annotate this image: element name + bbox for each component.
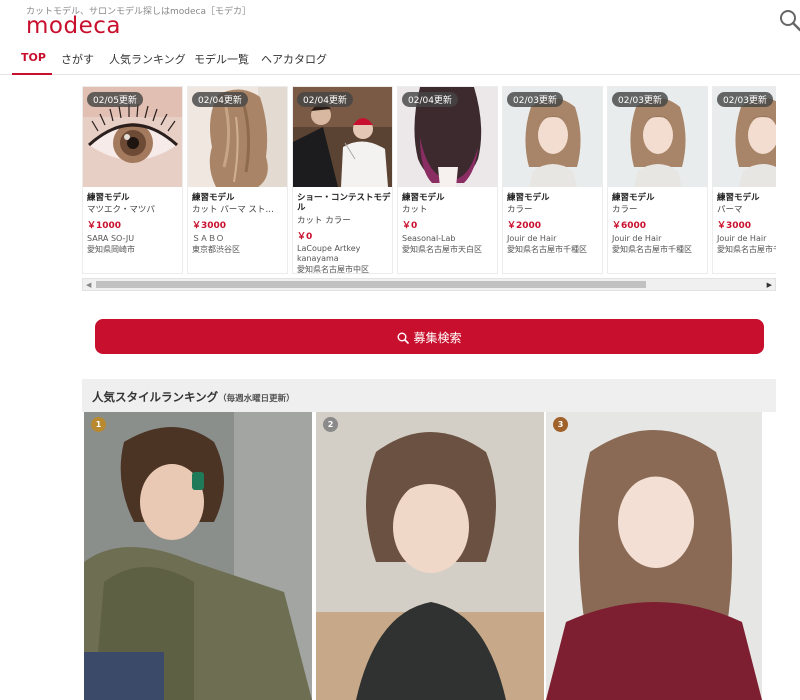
nav-item-search[interactable]: さがす [61,51,94,67]
salon-name: ＳＡＢＯ [192,234,224,243]
salon-area: 愛知県名古屋市千種区 [717,245,776,254]
ranking-card[interactable]: 3 [546,412,762,700]
model-menu: カット パーマ スト… [192,205,274,215]
salon-name: SARA SO-JU [87,234,135,243]
model-price: ￥0 [297,232,313,242]
rank-number-badge: 2 [323,417,338,432]
model-type: ショー・コンテストモデル [297,193,391,213]
salon-area: 愛知県名古屋市千種区 [507,245,587,254]
scrollbar-thumb[interactable] [96,281,646,288]
salon-name: Jouir de Hair [612,234,662,243]
model-type: 練習モデル [402,193,445,203]
model-type: 練習モデル [87,193,130,203]
model-card[interactable]: 02/04更新 練習モデル カット ￥0 Seasonal-Lab 愛知県名古屋… [397,86,498,274]
model-menu: カット カラー [297,216,351,226]
model-photo: 02/04更新 [293,87,392,187]
model-price: ￥3000 [192,221,227,231]
model-type: 練習モデル [507,193,550,203]
ranking-photo [546,412,762,700]
update-badge: 02/04更新 [297,92,353,107]
nav-item-ranking[interactable]: 人気ランキング [109,51,186,67]
salon-area: 愛知県名古屋市千種区 [612,245,692,254]
ranking-card[interactable]: 2 [316,412,544,700]
ranking-card[interactable]: 1 [84,412,312,700]
ranking-photo [84,412,312,700]
model-type: 練習モデル [717,193,760,203]
header-search-button[interactable] [778,8,800,32]
ranking-title: 人気スタイルランキング（毎週水曜日更新） [92,389,295,405]
nav-item-top[interactable]: TOP [21,51,46,64]
main-nav: TOP さがす 人気ランキング モデル一覧 ヘアカタログ [0,42,800,75]
model-menu: カラー [507,205,533,215]
nav-item-catalog[interactable]: ヘアカタログ [261,51,327,67]
model-menu: カラー [612,205,638,215]
model-photo: 02/03更新 [503,87,602,187]
site-logo[interactable]: modeca [26,13,121,39]
update-badge: 02/05更新 [87,92,143,107]
scroll-left-arrow[interactable]: ◀ [86,281,91,289]
salon-name: LaCoupe Artkey kanayama [297,244,361,263]
model-photo: 02/04更新 [188,87,287,187]
update-badge: 02/03更新 [717,92,773,107]
model-photo: 02/04更新 [398,87,497,187]
ranking-photo [316,412,544,700]
model-price: ￥0 [402,221,418,231]
model-photo: 02/05更新 [83,87,182,187]
salon-name: Jouir de Hair [717,234,767,243]
model-photo: 02/03更新 [608,87,707,187]
nav-item-models[interactable]: モデル一覧 [194,51,249,67]
search-icon [780,10,800,32]
scroll-right-arrow[interactable]: ▶ [767,281,772,289]
salon-area: 愛知県岡崎市 [87,245,135,254]
model-menu: パーマ [717,205,743,215]
model-type: 練習モデル [612,193,655,203]
search-icon [397,332,410,344]
update-badge: 02/04更新 [402,92,458,107]
recruitment-search-button[interactable]: 募集検索 [95,319,764,354]
model-card[interactable]: 02/05更新 練習モデル マツエク・マツパ ￥1000 SARA SO-JU … [82,86,183,274]
update-badge: 02/03更新 [507,92,563,107]
salon-area: 東京都渋谷区 [192,245,240,254]
salon-name: Jouir de Hair [507,234,557,243]
model-menu: カット [402,205,428,215]
model-price: ￥1000 [87,221,122,231]
style-ranking-header: 人気スタイルランキング（毎週水曜日更新） [82,379,776,412]
model-card[interactable]: 02/03更新 練習モデル パーマ ￥3000 Jouir de Hair 愛知… [712,86,776,274]
rank-number-badge: 3 [553,417,568,432]
ranking-subtitle: （毎週水曜日更新） [218,394,295,404]
app-root: カットモデル、サロンモデル探しはmodeca［モデカ］ modeca TOP さ… [0,0,800,700]
model-card[interactable]: 02/03更新 練習モデル カラー ￥2000 Jouir de Hair 愛知… [502,86,603,274]
salon-name: Seasonal-Lab [402,234,456,243]
carousel-scrollbar[interactable]: ◀ ▶ [82,278,776,291]
nav-active-indicator [12,73,52,75]
model-carousel: 02/05更新 練習モデル マツエク・マツパ ￥1000 SARA SO-JU … [82,86,776,274]
model-price: ￥6000 [612,221,647,231]
model-card[interactable]: 02/03更新 練習モデル カラー ￥6000 Jouir de Hair 愛知… [607,86,708,274]
ranking-title-text: 人気スタイルランキング [92,390,219,404]
model-photo: 02/03更新 [713,87,776,187]
model-price: ￥2000 [507,221,542,231]
model-type: 練習モデル [192,193,235,203]
update-badge: 02/03更新 [612,92,668,107]
salon-area: 愛知県名古屋市中区 [297,265,369,274]
model-card[interactable]: 02/04更新 練習モデル カット パーマ スト… ￥3000 ＳＡＢＯ 東京都… [187,86,288,274]
update-badge: 02/04更新 [192,92,248,107]
model-price: ￥3000 [717,221,752,231]
model-card[interactable]: 02/04更新 ショー・コンテストモデル カット カラー ￥0 LaCoupe … [292,86,393,274]
model-menu: マツエク・マツパ [87,205,155,215]
site-header: カットモデル、サロンモデル探しはmodeca［モデカ］ modeca [0,0,800,42]
salon-area: 愛知県名古屋市天白区 [402,245,482,254]
recruitment-search-label: 募集検索 [413,331,462,345]
rank-number-badge: 1 [91,417,106,432]
